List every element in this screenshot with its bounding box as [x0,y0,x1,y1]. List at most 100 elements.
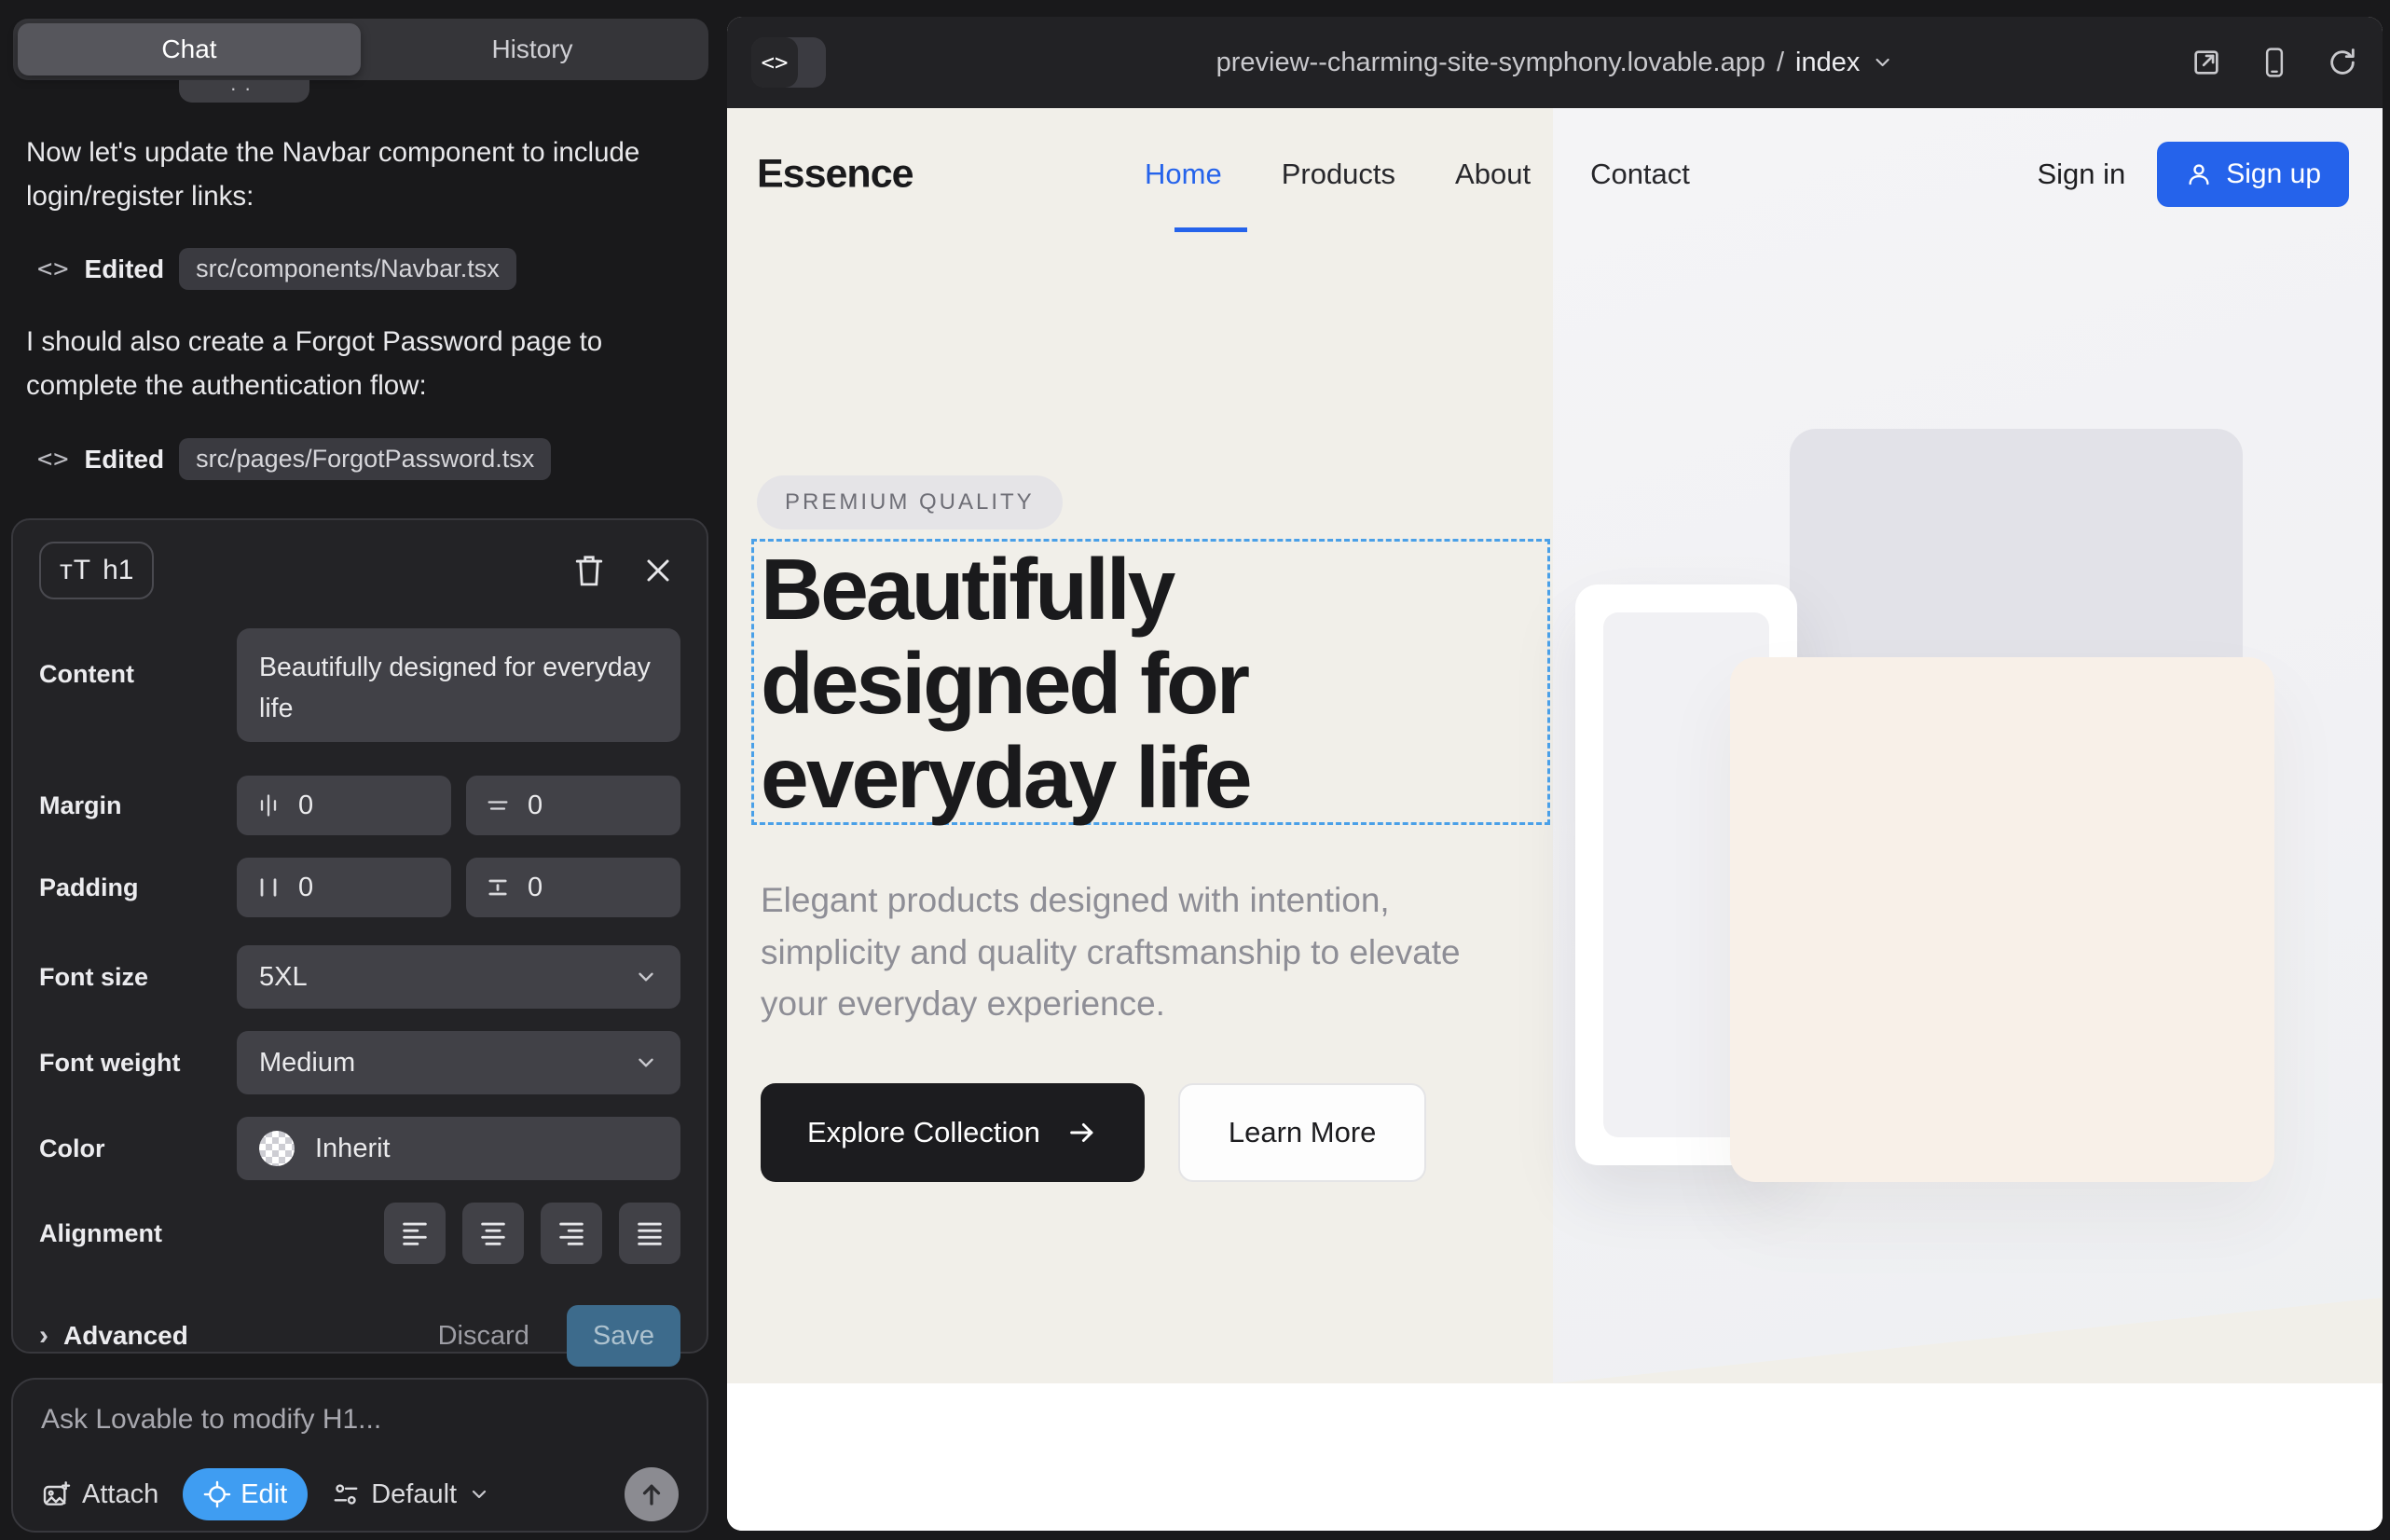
code-icon: <> [762,49,789,76]
padding-x-value: 0 [298,873,313,903]
content-label: Content [39,628,237,689]
align-justify-icon [634,1217,666,1249]
trash-icon [573,553,605,588]
padding-label: Padding [39,873,237,902]
preview-url-bar[interactable]: preview--charming-site-symphony.lovable.… [1216,48,1894,78]
arrow-right-icon [1066,1117,1098,1148]
nav-link-about[interactable]: About [1455,158,1531,191]
alignment-label: Alignment [39,1219,237,1248]
margin-x-value: 0 [298,791,313,821]
font-size-value: 5XL [259,962,634,993]
attach-label: Attach [82,1479,158,1510]
color-select[interactable]: Inherit [237,1117,680,1180]
preview-window: <> preview--charming-site-symphony.lovab… [727,17,2383,1531]
mobile-icon [2260,47,2289,78]
discard-button[interactable]: Discard [438,1321,529,1352]
font-weight-value: Medium [259,1048,634,1079]
send-button[interactable] [625,1467,679,1521]
attach-button[interactable]: Attach [41,1479,158,1510]
tab-chat[interactable]: Chat [18,23,361,76]
explore-collection-label: Explore Collection [807,1116,1040,1149]
nav-link-products[interactable]: Products [1282,158,1395,191]
arrow-up-icon [638,1480,666,1508]
font-weight-select[interactable]: Medium [237,1031,680,1094]
site-logo[interactable]: Essence [757,152,913,198]
active-nav-underline [1174,227,1247,232]
preview-url: preview--charming-site-symphony.lovable.… [1216,48,1765,78]
align-right-button[interactable] [541,1203,602,1264]
app-window: Chat History ·· Now let's update the Nav… [0,0,2390,1540]
align-center-button[interactable] [462,1203,524,1264]
advanced-toggle[interactable]: › Advanced [39,1320,188,1352]
scrolled-message-remnant: ·· [179,80,309,103]
edited-file-row: <> Edited src/pages/ForgotPassword.tsx [37,438,551,480]
align-justify-button[interactable] [619,1203,680,1264]
element-editor-panel: тT h1 [11,518,708,1354]
model-default-selector[interactable]: Default [332,1479,490,1510]
align-right-icon [556,1217,587,1249]
default-label: Default [371,1479,457,1510]
hero-description: Elegant products designed with intention… [761,874,1516,1030]
chevron-down-icon [1871,51,1893,74]
margin-x-icon [255,792,282,818]
chat-input-box[interactable]: Ask Lovable to modify H1... Attach [11,1378,708,1533]
chevron-down-icon [468,1483,490,1506]
margin-y-value: 0 [528,791,543,821]
assistant-message: Now let's update the Navbar component to… [26,131,694,218]
sign-in-link[interactable]: Sign in [2037,158,2125,191]
explore-collection-button[interactable]: Explore Collection [761,1083,1145,1182]
edit-mode-button[interactable]: Edit [183,1468,308,1520]
assistant-message: I should also create a Forgot Password p… [26,320,694,407]
tab-history[interactable]: History [361,23,704,76]
nav-link-home[interactable]: Home [1145,158,1222,191]
next-section-background [727,1383,2383,1531]
learn-more-button[interactable]: Learn More [1178,1083,1427,1182]
code-preview-toggle[interactable]: <> [751,37,826,88]
padding-y-value: 0 [528,873,543,903]
edited-file-badge[interactable]: src/components/Navbar.tsx [179,248,516,290]
close-icon [644,557,672,584]
delete-element-button[interactable] [567,548,611,593]
site-nav-links: Home Products About Contact [1145,108,1690,241]
sliders-icon [332,1480,360,1508]
chat-input-placeholder: Ask Lovable to modify H1... [41,1404,679,1436]
font-weight-label: Font weight [39,1049,237,1078]
attach-image-icon [41,1479,71,1509]
padding-x-input[interactable]: 0 [237,858,451,917]
refresh-button[interactable] [2327,47,2358,78]
mobile-view-button[interactable] [2260,47,2289,78]
preview-toolbar: <> preview--charming-site-symphony.lovab… [727,17,2383,108]
margin-y-input[interactable]: 0 [466,776,680,835]
margin-x-input[interactable]: 0 [237,776,451,835]
open-external-button[interactable] [2191,47,2222,78]
hero-heading[interactable]: Beautifully designed for everyday life [761,543,1544,825]
font-size-label: Font size [39,963,237,992]
nav-link-contact[interactable]: Contact [1590,158,1690,191]
site-canvas: Essence Home Products About Contact Sign… [727,108,2383,1531]
code-icon: <> [37,254,70,283]
preview-path: index [1795,48,1860,78]
site-navbar: Essence Home Products About Contact Sign… [727,108,2383,241]
chevron-down-icon [634,1051,658,1075]
margin-label: Margin [39,791,237,820]
chevron-right-icon: › [39,1320,48,1352]
font-size-select[interactable]: 5XL [237,945,680,1009]
decorative-card-beige [1730,657,2274,1182]
color-label: Color [39,1134,237,1163]
advanced-label: Advanced [63,1321,188,1351]
padding-y-input[interactable]: 0 [466,858,680,917]
edited-file-badge[interactable]: src/pages/ForgotPassword.tsx [179,438,551,480]
element-tag: h1 [103,555,133,586]
hero-cta-row: Explore Collection Learn More [761,1083,1426,1182]
content-textarea[interactable]: Beautifully designed for everyday life [237,628,680,742]
chat-history-tabs: Chat History [13,19,708,80]
sign-up-label: Sign up [2226,158,2321,190]
align-left-button[interactable] [384,1203,446,1264]
chevron-down-icon [634,965,658,989]
save-button[interactable]: Save [567,1305,680,1367]
align-left-icon [399,1217,431,1249]
close-panel-button[interactable] [636,548,680,593]
sign-up-button[interactable]: Sign up [2157,142,2349,207]
selected-element-pill[interactable]: тT h1 [39,542,154,599]
color-value: Inherit [315,1134,658,1164]
